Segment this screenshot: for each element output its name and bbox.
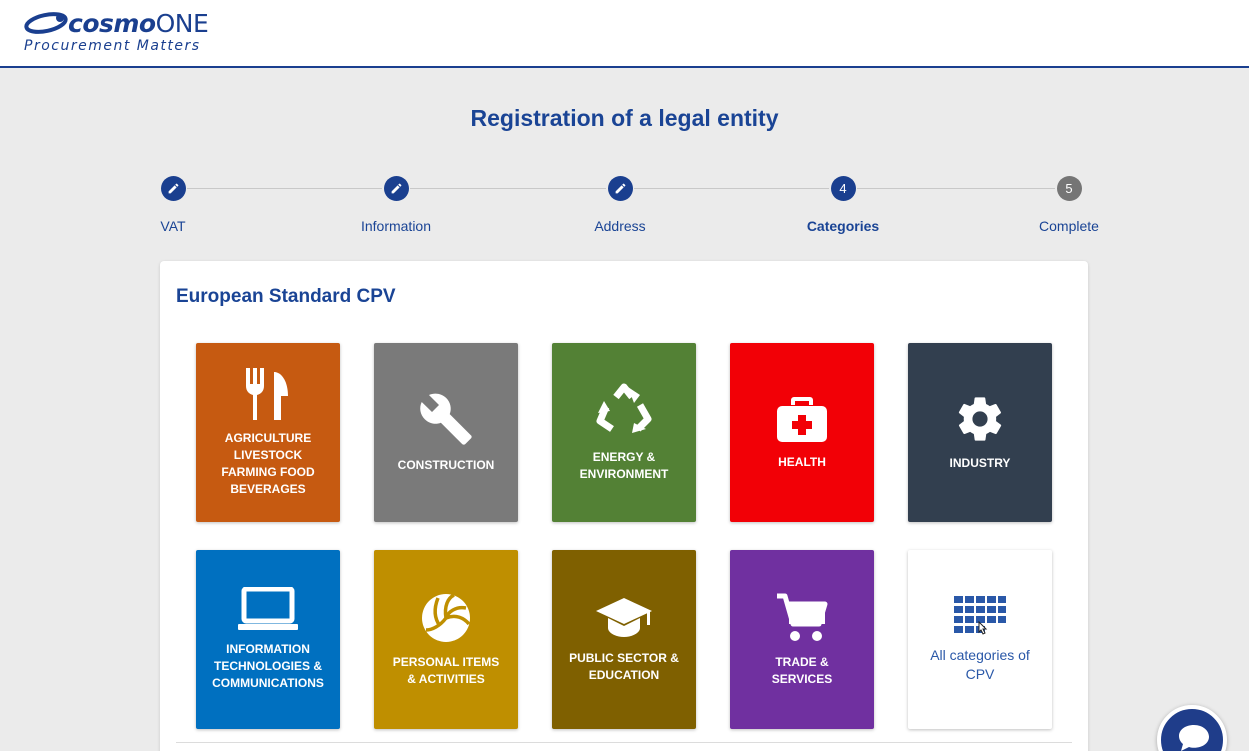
step-vat[interactable]: VAT [113, 176, 233, 234]
page-title: Registration of a legal entity [470, 105, 779, 131]
category-tile-agriculture[interactable]: AGRICULTURE LIVESTOCK FARMING FOOD BEVER… [196, 343, 340, 522]
step-label: Categories [806, 218, 880, 234]
category-tile-health[interactable]: HEALTH [730, 343, 874, 522]
step-label: Information [360, 218, 432, 234]
graduation-cap-icon [596, 597, 652, 637]
wrench-icon [420, 393, 472, 445]
logo-brand: cosmoONE [68, 9, 209, 38]
tile-label: PUBLIC SECTOR & EDUCATION [569, 650, 679, 682]
category-tile-trade[interactable]: TRADE & SERVICES [730, 550, 874, 729]
step-categories[interactable]: 4 Categories [783, 176, 903, 234]
category-tile-personal-items[interactable]: PERSONAL ITEMS & ACTIVITIES [374, 550, 518, 729]
tile-label: AGRICULTURE LIVESTOCK FARMING FOOD BEVER… [221, 430, 315, 496]
tile-label: INDUSTRY [949, 456, 1011, 470]
step-address[interactable]: Address [560, 176, 680, 234]
category-tile-public-sector[interactable]: PUBLIC SECTOR & EDUCATION [552, 550, 696, 729]
step-marker [383, 176, 409, 201]
category-tile-energy[interactable]: ENERGY & ENVIRONMENT [552, 343, 696, 522]
shopping-cart-icon [777, 593, 828, 641]
gear-icon [958, 397, 1002, 441]
chat-bubble-icon [1179, 725, 1209, 751]
first-aid-kit-icon [777, 397, 827, 442]
header: cosmoONE Procurement Matters [0, 0, 1249, 68]
step-label: Address [594, 218, 646, 234]
cpv-title: European Standard CPV [176, 286, 396, 307]
chat-button[interactable] [1157, 705, 1227, 751]
cpv-card: European Standard CPV AGRICULTURE LIVEST… [160, 261, 1088, 751]
tile-label: PERSONAL ITEMS & ACTIVITIES [392, 654, 500, 686]
pencil-icon [615, 183, 625, 194]
tile-label: INFORMATION TECHNOLOGIES & COMMUNICATION… [212, 642, 324, 690]
step-label: VAT [160, 218, 186, 234]
grid-icon [954, 595, 1006, 635]
category-tile-construction[interactable]: CONSTRUCTION [374, 343, 518, 522]
step-complete[interactable]: 5 Complete [1009, 176, 1129, 234]
card-divider [176, 742, 1072, 743]
tile-label: ENERGY & ENVIRONMENT [579, 449, 669, 481]
step-number: 4 [830, 176, 856, 201]
tile-label: TRADE & SERVICES [771, 654, 833, 686]
step-marker [607, 176, 633, 201]
category-tile-ict[interactable]: INFORMATION TECHNOLOGIES & COMMUNICATION… [196, 550, 340, 729]
category-tile-industry[interactable]: INDUSTRY [908, 343, 1052, 522]
tile-label: CONSTRUCTION [397, 458, 495, 472]
step-number: 5 [1056, 176, 1082, 201]
recycle-icon [596, 383, 652, 433]
logo-swoosh-icon [24, 12, 68, 34]
logo-tagline: Procurement Matters [24, 38, 201, 54]
step-label: Complete [1039, 218, 1099, 234]
tile-label: HEALTH [778, 455, 826, 469]
laptop-icon [238, 587, 298, 630]
tile-label: All categories of CPV [930, 646, 1030, 682]
volleyball-icon [422, 592, 471, 642]
pencil-icon [391, 183, 401, 194]
cosmoone-logo[interactable]: cosmoONE Procurement Matters [22, 8, 242, 56]
step-information[interactable]: Information [336, 176, 456, 234]
category-tile-all-cpv[interactable]: All categories of CPV [908, 550, 1052, 729]
pencil-icon [168, 183, 178, 194]
fork-knife-icon [246, 367, 288, 420]
step-marker [160, 176, 186, 201]
